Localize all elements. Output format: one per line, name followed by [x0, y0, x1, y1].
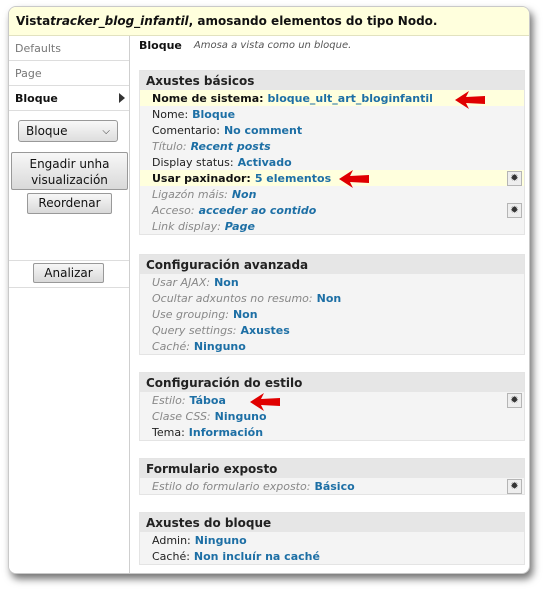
basic-settings-title: Axustes básicos: [140, 71, 524, 90]
setting-label: Ocultar adxuntos no resumo:: [152, 291, 313, 305]
setting-value-link[interactable]: Básico: [314, 480, 354, 493]
setting-label: Admin:: [152, 533, 191, 547]
setting-label: Usar AJAX:: [152, 275, 211, 289]
setting-label: Acceso:: [152, 203, 195, 217]
setting-access[interactable]: Acceso: acceder ao contido ✹: [140, 202, 524, 218]
setting-value-link[interactable]: Non: [214, 276, 239, 289]
title-suffix: , amosando elementos do tipo Nodo.: [188, 14, 438, 28]
setting-value-link[interactable]: No comment: [224, 124, 302, 137]
sidebar: Defaults Page Bloque Bloque ⌵ Engadir un…: [9, 36, 130, 573]
setting-style[interactable]: Estilo: Táboa ✹: [140, 392, 524, 408]
setting-label: Caché:: [152, 339, 190, 353]
tab-page[interactable]: Page: [9, 61, 129, 86]
setting-css-class[interactable]: Clase CSS: Ninguno: [140, 408, 524, 424]
setting-cache[interactable]: Caché: Ninguno: [140, 338, 524, 354]
setting-hide-attachments[interactable]: Ocultar adxuntos no resumo: Non: [140, 290, 524, 306]
setting-value-link[interactable]: Ninguno: [194, 340, 246, 353]
display-heading: Bloque Amosa a vista como un bloque.: [130, 36, 529, 55]
setting-label: Use grouping:: [152, 307, 229, 321]
tab-defaults[interactable]: Defaults: [9, 36, 129, 61]
display-heading-description: Amosa a vista como un bloque.: [193, 40, 352, 51]
active-tab-arrow-icon: [119, 93, 125, 103]
title-prefix: Vista: [16, 14, 51, 28]
setting-use-ajax[interactable]: Usar AJAX: Non: [140, 274, 524, 290]
setting-value-link[interactable]: Non: [317, 292, 342, 305]
setting-label: Ligazón máis:: [152, 187, 228, 201]
tab-defaults-label: Defaults: [15, 41, 61, 55]
setting-pager[interactable]: Usar paxinador: 5 elementos ✹: [140, 170, 524, 186]
display-select-value: Bloque: [26, 124, 68, 138]
setting-use-grouping[interactable]: Use grouping: Non: [140, 306, 524, 322]
analyze-section: Analizar: [9, 263, 129, 288]
exposed-form-title: Formulario exposto: [140, 459, 524, 478]
exposed-form-panel: Formulario exposto Estilo do formulario …: [139, 458, 525, 495]
block-settings-panel: Axustes do bloque Admin: Ninguno Caché: No…: [139, 512, 525, 565]
add-display-button[interactable]: Engadir unha visualización: [11, 152, 128, 190]
setting-title[interactable]: Título: Recent posts: [140, 138, 524, 154]
page-title: Vista tracker_blog_infantil, amosando el…: [9, 7, 529, 36]
tab-page-label: Page: [15, 66, 42, 80]
gear-icon[interactable]: ✹: [507, 171, 522, 186]
setting-value-link[interactable]: Non: [232, 188, 257, 201]
setting-value-link[interactable]: Recent posts: [191, 140, 271, 153]
setting-label: Título:: [152, 139, 187, 153]
setting-label: Estilo do formulario exposto:: [152, 479, 311, 493]
reorder-button[interactable]: Reordenar: [27, 193, 112, 214]
setting-admin[interactable]: Admin: Ninguno: [140, 532, 524, 548]
setting-value-link[interactable]: Page: [225, 220, 255, 233]
setting-value-link[interactable]: Activado: [238, 156, 292, 169]
display-controls: Bloque ⌵ Engadir unha visualización Reor…: [9, 120, 129, 261]
style-settings-title: Configuración do estilo: [140, 373, 524, 392]
setting-label: Nome de sistema:: [152, 91, 264, 105]
red-arrow-icon: [250, 393, 280, 411]
setting-label: Caché:: [152, 549, 190, 563]
setting-value-link[interactable]: bloque_ult_art_bloginfantil: [268, 92, 433, 105]
block-settings-title: Axustes do bloque: [140, 513, 524, 532]
setting-theme[interactable]: Tema: Información: [140, 424, 524, 440]
tab-bloque[interactable]: Bloque: [9, 86, 129, 111]
setting-label: Link display:: [152, 219, 221, 233]
setting-label: Estilo:: [152, 393, 186, 407]
setting-link-display[interactable]: Link display: Page: [140, 218, 524, 234]
setting-display-status[interactable]: Display status: Activado: [140, 154, 524, 170]
setting-value-link[interactable]: Táboa: [190, 394, 226, 407]
gear-icon[interactable]: ✹: [507, 393, 522, 408]
setting-query-settings[interactable]: Query settings: Axustes: [140, 322, 524, 338]
setting-value-link[interactable]: 5 elementos: [255, 172, 331, 185]
display-select[interactable]: Bloque ⌵: [18, 120, 118, 142]
setting-block-cache[interactable]: Caché: Non incluír na caché: [140, 548, 524, 564]
setting-label: Comentario:: [152, 123, 220, 137]
setting-label: Usar paxinador:: [152, 171, 251, 185]
setting-comment[interactable]: Comentario: No comment: [140, 122, 524, 138]
setting-label: Clase CSS:: [152, 409, 211, 423]
setting-exposed-form-style[interactable]: Estilo do formulario exposto: Básico ✹: [140, 478, 524, 494]
style-settings-panel: Configuración do estilo Estilo: Táboa ✹ Cl…: [139, 372, 525, 441]
setting-value-link[interactable]: Axustes: [241, 324, 290, 337]
display-heading-title: Bloque: [139, 39, 182, 52]
gear-icon[interactable]: ✹: [507, 203, 522, 218]
setting-value-link[interactable]: Bloque: [192, 108, 235, 121]
setting-more-link[interactable]: Ligazón máis: Non: [140, 186, 524, 202]
advanced-settings-panel: Configuración avanzada Usar AJAX: Non Ocu…: [139, 254, 525, 355]
main-content: Bloque Amosa a vista como un bloque. Axu…: [130, 36, 529, 573]
setting-value-link[interactable]: Información: [189, 426, 263, 439]
views-edit-window: Vista tracker_blog_infantil, amosando el…: [8, 6, 530, 574]
setting-value-link[interactable]: Non incluír na caché: [194, 550, 320, 563]
title-view-name: tracker_blog_infantil: [50, 14, 189, 28]
setting-label: Query settings:: [152, 323, 237, 337]
setting-value-link[interactable]: acceder ao contido: [199, 204, 317, 217]
tab-bloque-label: Bloque: [15, 91, 58, 105]
chevron-down-icon: ⌵: [102, 125, 110, 137]
advanced-settings-title: Configuración avanzada: [140, 255, 524, 274]
setting-label: Nome:: [152, 107, 189, 121]
gear-icon[interactable]: ✹: [507, 479, 522, 494]
analyze-button[interactable]: Analizar: [33, 263, 104, 283]
red-arrow-icon: [339, 170, 369, 188]
red-arrow-icon: [455, 91, 485, 109]
setting-label: Display status:: [152, 155, 234, 169]
setting-value-link[interactable]: Ninguno: [195, 534, 247, 547]
setting-value-link[interactable]: Non: [233, 308, 258, 321]
setting-label: Tema:: [152, 425, 185, 439]
